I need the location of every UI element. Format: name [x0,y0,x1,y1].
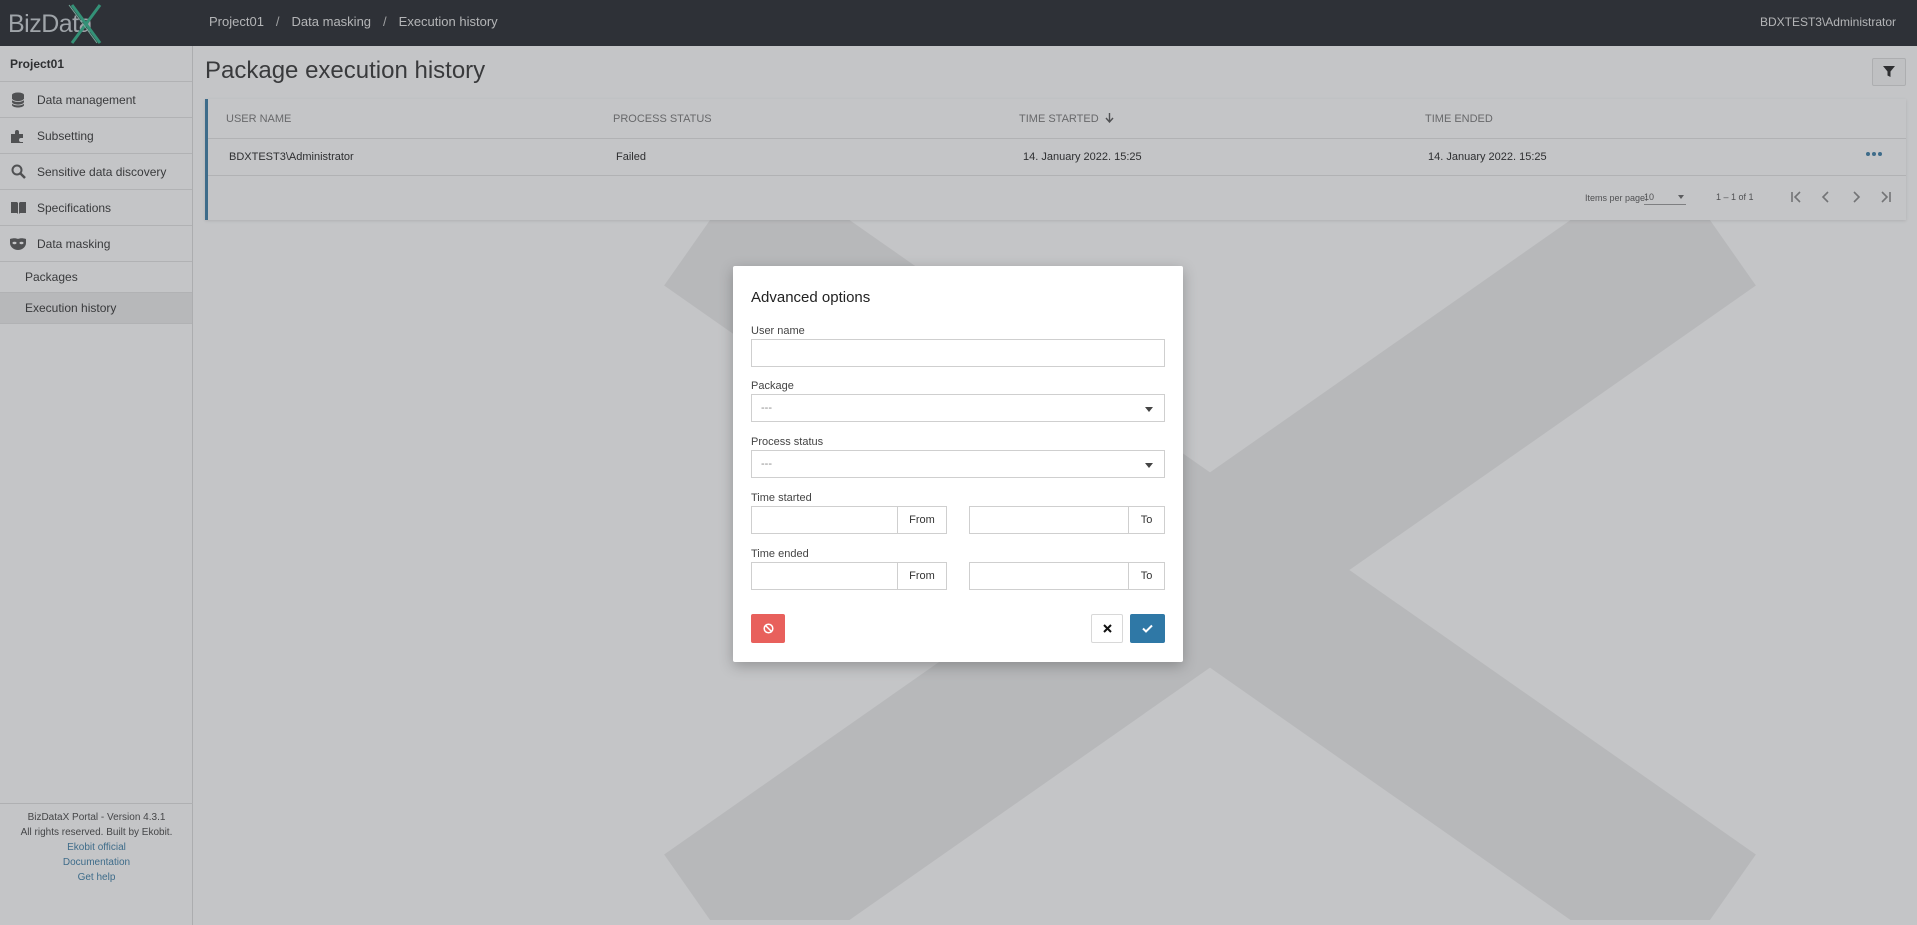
advanced-options-dialog: Advanced options User name Package --- P… [733,266,1183,662]
from-addon: From [898,507,946,533]
to-addon: To [1129,507,1164,533]
time-ended-to-input[interactable] [970,563,1129,589]
time-started-to-input[interactable] [970,507,1129,533]
user-name-label: User name [751,325,805,337]
time-ended-from-group: From [751,562,947,590]
ban-icon [762,623,774,634]
close-icon [1102,624,1112,633]
clear-filters-button[interactable] [751,614,785,643]
time-started-label: Time started [751,492,812,504]
cancel-button[interactable] [1091,614,1123,643]
time-ended-label: Time ended [751,548,809,560]
check-icon [1142,624,1153,633]
chevron-down-icon [1145,463,1153,468]
time-ended-to-group: To [969,562,1165,590]
package-select[interactable]: --- [751,394,1165,422]
process-status-select[interactable]: --- [751,450,1165,478]
process-status-label: Process status [751,436,824,448]
from-addon: From [898,563,946,589]
package-label: Package [751,380,794,392]
time-started-to-group: To [969,506,1165,534]
chevron-down-icon [1145,407,1153,412]
time-started-from-group: From [751,506,947,534]
process-status-select-value: --- [761,458,772,470]
package-select-value: --- [761,402,772,414]
time-ended-from-input[interactable] [752,563,898,589]
dialog-title: Advanced options [751,289,871,306]
apply-button[interactable] [1130,614,1165,643]
user-name-input[interactable] [751,339,1165,367]
time-started-from-input[interactable] [752,507,898,533]
to-addon: To [1129,563,1164,589]
